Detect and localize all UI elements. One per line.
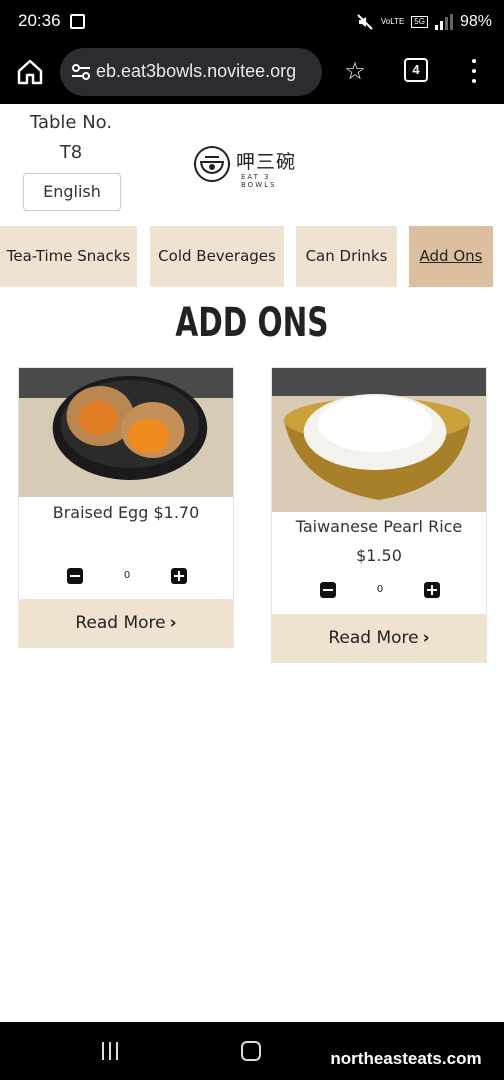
status-bar: 20:36 VoLTE 5G 98% [0, 0, 504, 44]
site-settings-icon[interactable] [70, 61, 92, 83]
read-more-button[interactable]: Read More › [19, 599, 233, 647]
status-icons: VoLTE 5G 98% [356, 10, 492, 34]
home-nav-icon[interactable] [241, 1041, 261, 1061]
bowl-logo-icon [194, 146, 230, 182]
quantity-value: 0 [376, 584, 384, 595]
mute-icon [357, 14, 373, 30]
more-vert-icon[interactable] [462, 56, 486, 86]
plus-icon[interactable] [424, 582, 440, 598]
pearl-rice-photo[interactable] [272, 368, 486, 512]
tab-tea-time-snacks[interactable]: Tea-Time Snacks [0, 226, 137, 287]
watermark: northeasteats.com [316, 1044, 496, 1074]
tab-cold-beverages[interactable]: Cold Beverages [150, 226, 284, 287]
battery-level: 98% [459, 13, 492, 30]
minus-icon[interactable] [67, 568, 83, 584]
network-5g-icon: 5G [411, 16, 428, 28]
table-label: Table No. [29, 112, 113, 133]
language-button[interactable]: English [23, 173, 121, 211]
read-more-button[interactable]: Read More › [272, 614, 486, 662]
logo-chinese-text: 呷三碗 [236, 151, 297, 173]
status-time: 20:36 [18, 11, 61, 30]
minus-icon[interactable] [320, 582, 336, 598]
gallery-notification-icon [70, 14, 85, 29]
product-name: Taiwanese Pearl Rice [295, 517, 463, 536]
braised-egg-photo[interactable] [19, 368, 233, 497]
url-text: eb.eat3bowls.novitee.org [96, 61, 297, 81]
volte-icon: VoLTE [380, 17, 405, 26]
category-tabs: Tea-Time Snacks Cold Beverages Can Drink… [0, 226, 504, 288]
plus-icon[interactable] [171, 568, 187, 584]
quantity-stepper: 0 [19, 568, 233, 586]
browser-toolbar: eb.eat3bowls.novitee.org ☆ 4 [0, 44, 504, 104]
signal-icon [434, 14, 453, 30]
quantity-value: 0 [123, 570, 131, 581]
chevron-right-icon: › [169, 613, 177, 633]
brand-logo[interactable]: 呷三碗 EAT 3 BOWLS [193, 145, 303, 189]
product-name: Braised Egg $1.70 [52, 503, 200, 522]
tab-add-ons[interactable]: Add Ons [409, 226, 493, 287]
table-number: T8 [59, 142, 83, 163]
product-card-braised-egg: Braised Egg $1.70 0 Read More › [18, 367, 234, 648]
star-icon[interactable]: ☆ [340, 56, 370, 86]
quantity-stepper: 0 [272, 582, 486, 600]
recents-icon[interactable] [100, 1042, 120, 1060]
table-info: Table No. T8 [16, 108, 126, 168]
product-price: $1.50 [356, 546, 402, 565]
address-bar[interactable]: eb.eat3bowls.novitee.org [60, 48, 322, 96]
home-icon[interactable] [14, 56, 46, 88]
product-card-pearl-rice: Taiwanese Pearl Rice $1.50 0 Read More › [271, 367, 487, 663]
page-title: ADD ONS [175, 300, 329, 346]
chevron-right-icon: › [422, 628, 430, 648]
tabs-icon[interactable]: 4 [404, 58, 428, 82]
tab-can-drinks[interactable]: Can Drinks [296, 226, 397, 287]
logo-english-text: EAT 3 BOWLS [241, 173, 277, 189]
